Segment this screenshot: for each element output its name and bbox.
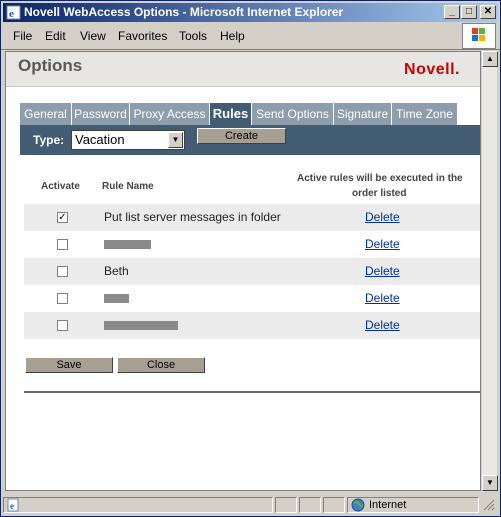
minimize-button[interactable]: _ bbox=[444, 5, 460, 19]
activate-checkbox[interactable] bbox=[57, 320, 68, 331]
save-button[interactable]: Save bbox=[25, 357, 113, 373]
delete-link[interactable]: Delete bbox=[365, 291, 400, 305]
browser-window: e Novell WebAccess Options - Microsoft I… bbox=[0, 0, 501, 517]
maximize-button[interactable]: □ bbox=[461, 5, 477, 19]
type-label: Type: bbox=[33, 133, 65, 147]
status-pane bbox=[323, 497, 345, 513]
tab-password[interactable]: Password bbox=[72, 103, 130, 125]
menu-bar: File Edit View Favorites Tools Help bbox=[3, 25, 463, 47]
col-header-order-note-2: order listed bbox=[352, 188, 407, 199]
options-header: Options Novell. bbox=[6, 52, 480, 87]
tab-time-zone[interactable]: Time Zone bbox=[392, 103, 458, 125]
type-bar: Type: Vacation ▼ Create bbox=[20, 125, 480, 155]
table-row: Beth Delete bbox=[24, 258, 480, 285]
type-select-value: Vacation bbox=[75, 132, 125, 147]
chevron-down-icon[interactable]: ▼ bbox=[168, 132, 183, 148]
resize-grip-icon[interactable] bbox=[483, 499, 495, 511]
redacted-rule-name bbox=[104, 240, 151, 249]
delete-link[interactable]: Delete bbox=[365, 264, 400, 278]
col-header-order-note: Active rules will be executed in the bbox=[297, 173, 463, 184]
activate-checkbox[interactable] bbox=[57, 266, 68, 277]
menu-file[interactable]: File bbox=[13, 29, 32, 43]
tab-proxy-access[interactable]: Proxy Access bbox=[130, 103, 210, 125]
table-row: Delete bbox=[24, 312, 480, 339]
tab-signature[interactable]: Signature bbox=[334, 103, 392, 125]
redacted-rule-name bbox=[104, 321, 178, 330]
page-content: Options Novell. General Password Proxy A… bbox=[5, 51, 481, 491]
col-header-activate: Activate bbox=[41, 181, 80, 192]
rule-name: Put list server messages in folder bbox=[104, 210, 281, 224]
svg-text:e: e bbox=[10, 501, 14, 511]
create-button[interactable]: Create bbox=[197, 128, 286, 144]
menu-favorites[interactable]: Favorites bbox=[118, 29, 167, 43]
ie-icon: e bbox=[6, 5, 21, 20]
redacted-rule-name bbox=[104, 294, 129, 303]
status-pane-main: e bbox=[3, 497, 273, 513]
tab-rules[interactable]: Rules bbox=[210, 103, 252, 125]
close-button[interactable]: ✕ bbox=[480, 5, 496, 19]
divider bbox=[24, 391, 480, 393]
tab-send-options[interactable]: Send Options bbox=[252, 103, 334, 125]
globe-icon bbox=[351, 498, 365, 512]
window-title: Novell WebAccess Options - Microsoft Int… bbox=[24, 5, 344, 19]
title-bar: e Novell WebAccess Options - Microsoft I… bbox=[3, 3, 498, 22]
page-icon: e bbox=[7, 498, 19, 512]
page-title: Options bbox=[18, 56, 83, 75]
status-zone-pane: Internet bbox=[347, 497, 479, 513]
activate-checkbox[interactable] bbox=[57, 239, 68, 250]
windows-logo-icon bbox=[462, 23, 496, 49]
tab-general[interactable]: General bbox=[20, 103, 72, 125]
table-row: ✓ Put list server messages in folder Del… bbox=[24, 204, 480, 231]
menu-view[interactable]: View bbox=[80, 29, 106, 43]
status-bar: e Internet bbox=[3, 495, 498, 515]
rule-name: Beth bbox=[104, 264, 129, 278]
menu-tools[interactable]: Tools bbox=[179, 29, 207, 43]
zone-label: Internet bbox=[369, 499, 407, 511]
svg-text:e: e bbox=[9, 8, 14, 20]
menu-edit[interactable]: Edit bbox=[45, 29, 66, 43]
toolbar-separator bbox=[1, 49, 500, 50]
delete-link[interactable]: Delete bbox=[365, 210, 400, 224]
activate-checkbox[interactable] bbox=[57, 293, 68, 304]
table-row: Delete bbox=[24, 231, 480, 258]
delete-link[interactable]: Delete bbox=[365, 318, 400, 332]
table-row: Delete bbox=[24, 285, 480, 312]
status-pane bbox=[275, 497, 297, 513]
col-header-rule-name: Rule Name bbox=[102, 181, 154, 192]
menu-help[interactable]: Help bbox=[220, 29, 245, 43]
scroll-up-icon[interactable]: ▲ bbox=[482, 51, 498, 67]
type-select[interactable]: Vacation ▼ bbox=[71, 130, 185, 150]
close-page-button[interactable]: Close bbox=[117, 357, 205, 373]
status-pane bbox=[299, 497, 321, 513]
scroll-down-icon[interactable]: ▼ bbox=[482, 475, 498, 491]
activate-checkbox[interactable]: ✓ bbox=[57, 212, 68, 223]
delete-link[interactable]: Delete bbox=[365, 237, 400, 251]
novell-logo: Novell. bbox=[404, 61, 460, 78]
vertical-scrollbar[interactable]: ▲ ▼ bbox=[481, 51, 498, 491]
